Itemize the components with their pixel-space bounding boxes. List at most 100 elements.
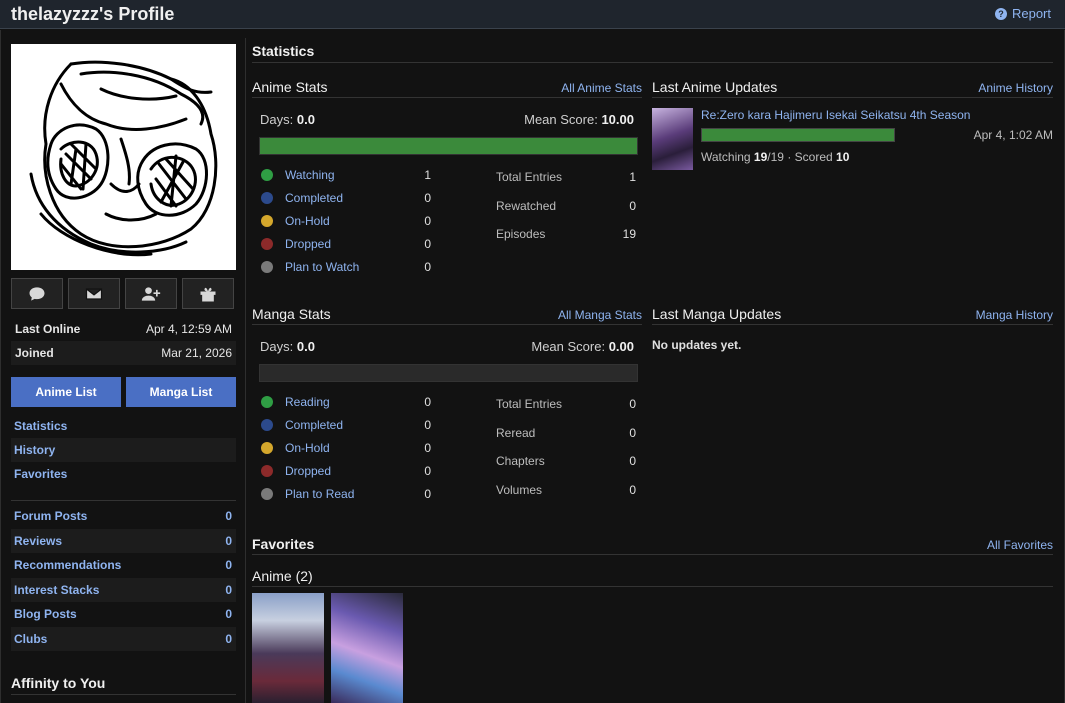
last-anime-updates: Last Anime Updates Anime History Re:Zero…: [652, 76, 1053, 170]
last-online-value: Apr 4, 12:59 AM: [145, 322, 232, 336]
gift-button[interactable]: [182, 278, 234, 309]
status-dot-icon: [261, 214, 273, 227]
anime-updates-header: Last Anime Updates Anime History: [652, 76, 1053, 98]
all-manga-stats-link[interactable]: All Manga Stats: [558, 308, 642, 322]
recommendations-row[interactable]: Recommendations 0: [11, 553, 236, 578]
count-value: 0: [225, 533, 232, 548]
status-dot-icon: [261, 191, 273, 204]
status-row: Plan to Read 0: [261, 482, 431, 505]
status-link[interactable]: On-Hold: [285, 214, 421, 228]
add-friend-button[interactable]: [125, 278, 177, 309]
profile-sidebar: Last Online Apr 4, 12:59 AM Joined Mar 2…: [11, 44, 236, 651]
status-dot-icon: [261, 260, 273, 273]
status-dot-icon: [261, 418, 273, 431]
anime-stats-header: Anime Stats All Anime Stats: [252, 76, 642, 98]
report-link[interactable]: ? Report: [994, 6, 1051, 21]
joined-row: Joined Mar 21, 2026: [11, 341, 236, 365]
status-link[interactable]: Dropped: [285, 237, 421, 251]
mean-score-label: Mean Score:: [524, 112, 598, 127]
avatar-scribble-image: [29, 60, 218, 257]
total-row: Total Entries 1: [496, 163, 636, 192]
report-label: Report: [1011, 6, 1051, 21]
anime-mean-score: 10.00: [601, 112, 634, 127]
update-score: 10: [836, 150, 850, 164]
message-button[interactable]: [68, 278, 120, 309]
interest-stacks-row[interactable]: Interest Stacks 0: [11, 577, 236, 602]
status-row: Reading 0: [261, 390, 431, 413]
count-label: Blog Posts: [14, 607, 77, 622]
status-dot-icon: [261, 168, 273, 181]
statistics-heading: Statistics: [252, 38, 1053, 63]
status-row: Completed 0: [261, 186, 431, 209]
blog-posts-row[interactable]: Blog Posts 0: [11, 602, 236, 627]
status-dot-icon: [261, 487, 273, 500]
forum-posts-row[interactable]: Forum Posts 0: [11, 504, 236, 529]
anime-history-link[interactable]: Anime History: [978, 81, 1053, 95]
favorites-header: Favorites All Favorites: [252, 531, 1053, 555]
manga-days-line: Days: 0.0 Mean Score: 0.00: [252, 339, 642, 354]
total-value: 1: [629, 170, 636, 185]
manga-mean-score: 0.00: [608, 339, 634, 354]
status-row: On-Hold 0: [261, 209, 431, 232]
count-label: Reviews: [14, 533, 63, 548]
nav-favorites[interactable]: Favorites: [11, 462, 236, 486]
all-anime-stats-link[interactable]: All Anime Stats: [561, 81, 642, 95]
status-row: On-Hold 0: [261, 436, 431, 459]
status-row: Completed 0: [261, 413, 431, 436]
total-row: Chapters 0: [496, 447, 636, 476]
count-value: 0: [225, 607, 232, 622]
status-link[interactable]: Plan to Watch: [285, 260, 421, 274]
total-label: Total Entries: [496, 170, 563, 185]
favorite-anime-cover[interactable]: [331, 593, 403, 703]
anime-update-title[interactable]: Re:Zero kara Hajimeru Isekai Seikatsu 4t…: [701, 108, 970, 122]
total-value: 0: [629, 425, 636, 440]
manga-stats-title: Manga Stats: [252, 306, 331, 322]
status-count: 0: [424, 463, 431, 478]
status-row: Plan to Watch 0: [261, 255, 431, 278]
status-link[interactable]: Dropped: [285, 464, 421, 478]
total-label: Episodes: [496, 227, 546, 242]
joined-value: Mar 21, 2026: [161, 346, 232, 360]
avatar: [11, 44, 236, 270]
status-dot-icon: [261, 237, 273, 250]
favorite-anime-cover[interactable]: [252, 593, 324, 703]
all-favorites-link[interactable]: All Favorites: [987, 538, 1053, 552]
anime-stats: Anime Stats All Anime Stats Days: 0.0 Me…: [252, 76, 642, 278]
status-link[interactable]: Completed: [285, 418, 421, 432]
total-row: Volumes 0: [496, 476, 636, 505]
status-link[interactable]: Watching: [285, 168, 421, 182]
status-link[interactable]: Plan to Read: [285, 487, 421, 501]
total-value: 19: [622, 227, 636, 242]
anime-progress-fill: [260, 138, 637, 154]
anime-cover-thumbnail[interactable]: [652, 108, 693, 170]
total-row: Rewatched 0: [496, 192, 636, 221]
profile-nav: Statistics History Favorites: [11, 414, 236, 486]
comment-button[interactable]: [11, 278, 63, 309]
manga-history-link[interactable]: Manga History: [976, 308, 1053, 322]
status-link[interactable]: On-Hold: [285, 441, 421, 455]
manga-list-button[interactable]: Manga List: [126, 377, 236, 407]
total-value: 0: [629, 454, 636, 469]
days-label: Days:: [260, 339, 294, 354]
anime-stat-grid: Watching 1 Completed 0 On-Hold 0 Dropped 0 Plan …: [252, 163, 642, 278]
status-count: 0: [424, 213, 431, 228]
clubs-row[interactable]: Clubs 0: [11, 626, 236, 651]
total-row: Episodes 19: [496, 220, 636, 249]
status-count: 0: [424, 440, 431, 455]
anime-list-button[interactable]: Anime List: [11, 377, 121, 407]
manga-stats-header: Manga Stats All Manga Stats: [252, 303, 642, 325]
sidebar-divider: [11, 500, 236, 501]
nav-statistics[interactable]: Statistics: [11, 414, 236, 438]
reviews-row[interactable]: Reviews 0: [11, 528, 236, 553]
status-link[interactable]: Reading: [285, 395, 421, 409]
nav-history[interactable]: History: [11, 438, 236, 462]
anime-favorites-header: Anime (2): [252, 555, 1053, 587]
episode-progress-bar: [701, 128, 895, 142]
count-label: Clubs: [14, 631, 48, 646]
scored-label: · Scored: [787, 150, 833, 164]
no-updates-message: No updates yet.: [652, 338, 742, 352]
total-label: Chapters: [496, 454, 545, 469]
status-link[interactable]: Completed: [285, 191, 421, 205]
anime-progress-bar: [259, 137, 638, 155]
count-label: Recommendations: [14, 558, 122, 573]
